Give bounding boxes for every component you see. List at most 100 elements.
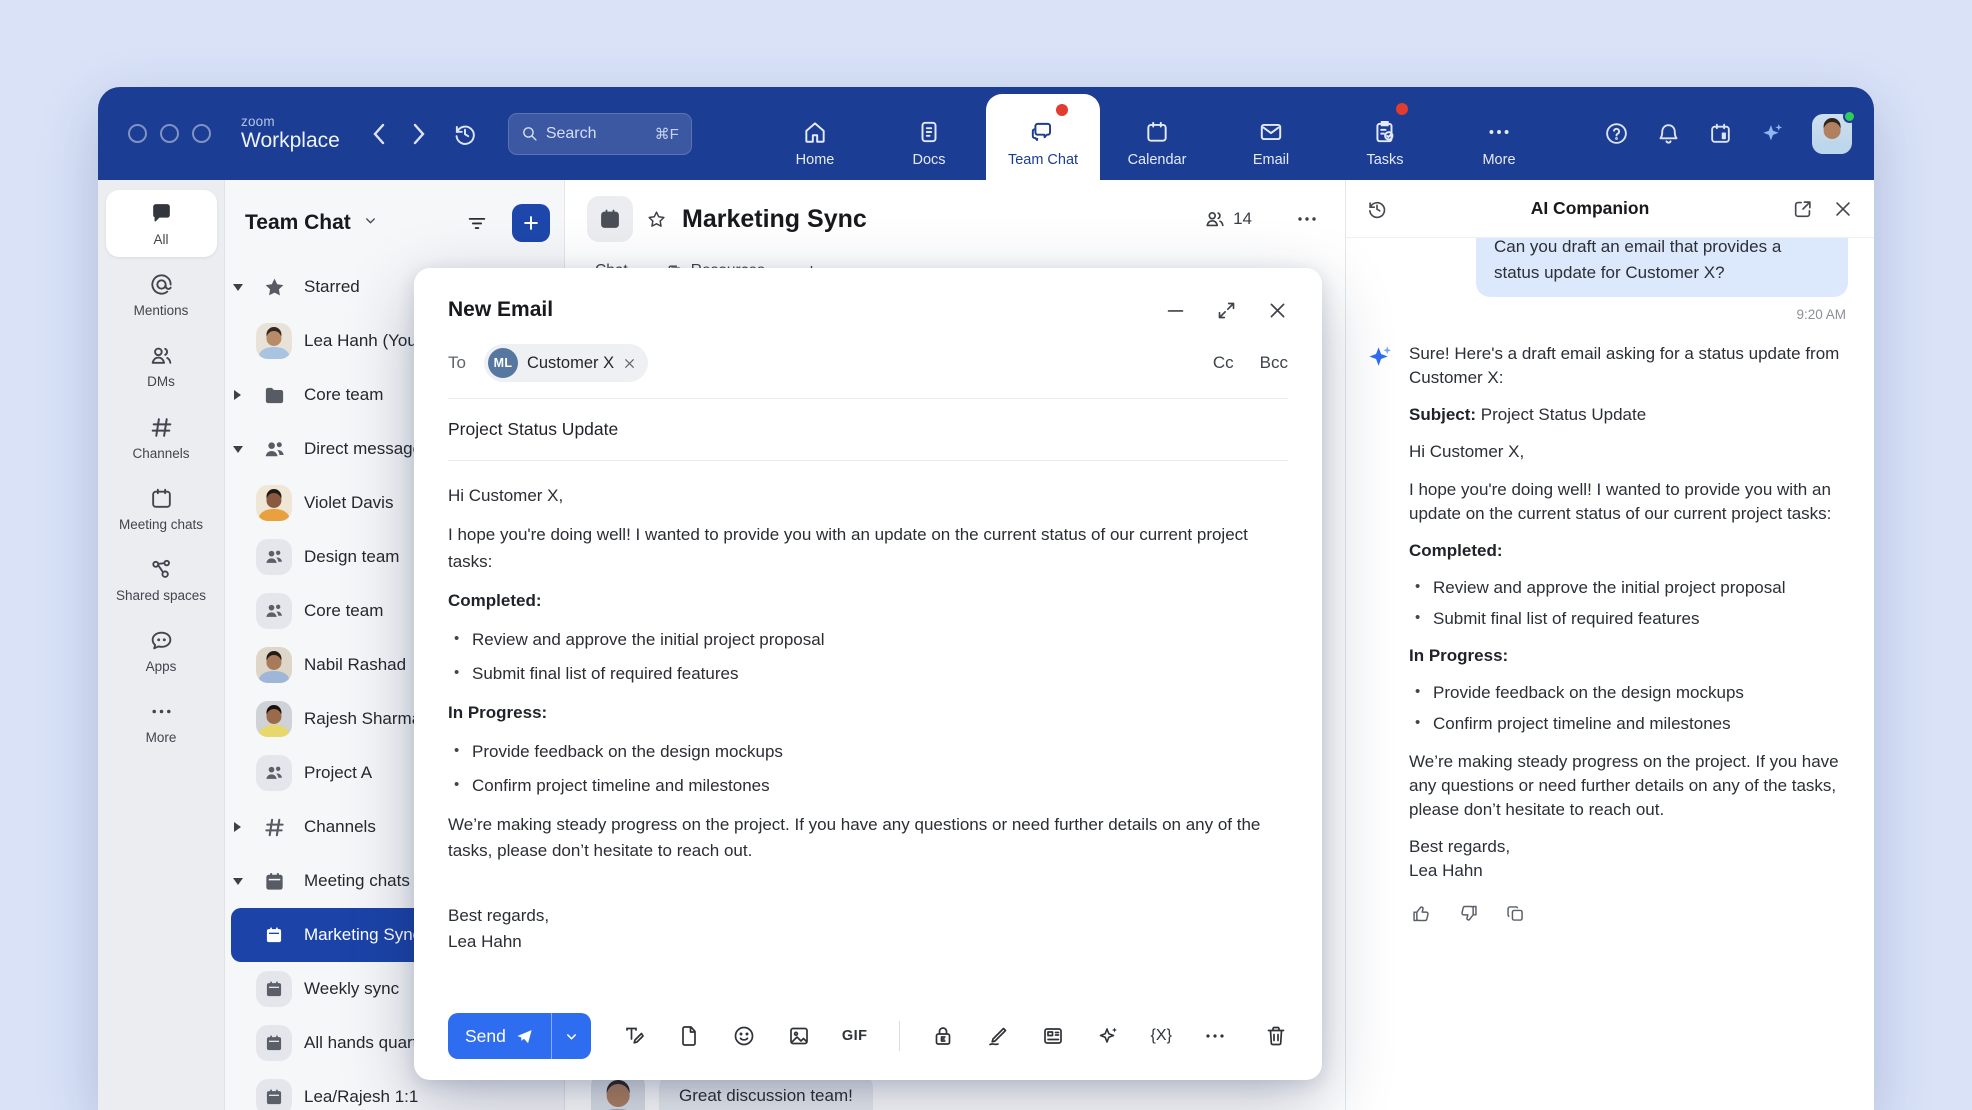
ai-history-icon[interactable] (1366, 198, 1388, 220)
collapse-caret-icon[interactable] (233, 284, 243, 291)
template-icon[interactable] (1041, 1024, 1065, 1048)
tab-email[interactable]: Email (1214, 87, 1328, 180)
window-close-circle[interactable] (128, 124, 147, 143)
signature-pen-icon[interactable] (986, 1024, 1010, 1048)
thumbs-down-icon[interactable] (1458, 903, 1479, 924)
notifications-bell-icon[interactable] (1656, 121, 1681, 146)
expand-icon[interactable] (1216, 300, 1237, 321)
filter-icon[interactable] (466, 212, 488, 234)
ai-response-message: Sure! Here's a draft email asking for a … (1367, 342, 1848, 924)
send-button[interactable]: Send (448, 1013, 551, 1059)
tab-calendar[interactable]: Calendar (1100, 87, 1214, 180)
collapse-caret-icon[interactable] (233, 878, 243, 885)
tab-team-chat[interactable]: Team Chat (986, 94, 1100, 180)
expand-caret-icon[interactable] (234, 390, 241, 400)
channel-calendar-icon (587, 196, 633, 242)
rail-item-mentions[interactable]: Mentions (106, 261, 217, 328)
search-input[interactable]: Search ⌘F (508, 113, 692, 155)
channel-more-icon[interactable] (1295, 207, 1319, 231)
calendar-today-icon[interactable] (1708, 121, 1733, 146)
window-zoom-circle[interactable] (192, 124, 211, 143)
tab-docs[interactable]: Docs (872, 87, 986, 180)
cc-button[interactable]: Cc (1213, 353, 1234, 373)
open-external-icon[interactable] (1792, 198, 1814, 220)
tab-docs-label: Docs (912, 152, 945, 168)
subject-field[interactable]: Project Status Update (448, 399, 1288, 461)
back-icon[interactable] (372, 123, 386, 145)
gif-icon[interactable]: GIF (842, 1028, 868, 1044)
tab-tasks[interactable]: Tasks (1328, 87, 1442, 180)
rail-item-channels[interactable]: Channels (106, 404, 217, 471)
rail-more-icon (149, 699, 174, 724)
ai-companion-panel: AI Companion Can you draft an email that… (1345, 180, 1874, 1110)
folder-icon (263, 384, 286, 407)
list-item: Submit final list of required features (1409, 607, 1848, 631)
emoji-icon[interactable] (732, 1024, 756, 1048)
favorite-star-icon[interactable] (646, 209, 667, 230)
rail-item-apps[interactable]: Apps (106, 617, 217, 684)
email-completed-heading: Completed: (448, 588, 1288, 614)
meeting-calendar-icon (264, 979, 284, 999)
minimize-icon[interactable] (1165, 300, 1186, 321)
window-minimize-circle[interactable] (160, 124, 179, 143)
search-placeholder: Search (546, 125, 647, 143)
ai-completed-heading: Completed: (1409, 539, 1848, 563)
profile-avatar[interactable] (1812, 114, 1852, 154)
rail-label-apps: Apps (146, 659, 177, 675)
rail-item-more[interactable]: More (106, 688, 217, 755)
ai-inprogress-heading: In Progress: (1409, 644, 1848, 668)
ai-sparkle-icon (1367, 344, 1394, 371)
insert-image-icon[interactable] (787, 1024, 811, 1048)
tab-home[interactable]: Home (758, 87, 872, 180)
zoom-workplace-logo: zoom Workplace (241, 115, 340, 151)
collapse-caret-icon[interactable] (233, 446, 243, 453)
new-chat-button[interactable] (512, 204, 550, 242)
copy-icon[interactable] (1505, 903, 1526, 924)
sidebar-title-chevron-icon[interactable] (363, 213, 378, 233)
send-options-chevron-icon[interactable] (551, 1013, 591, 1059)
tab-home-label: Home (796, 152, 835, 168)
tab-team-chat-label: Team Chat (1008, 152, 1078, 168)
variables-icon[interactable]: {X} (1151, 1027, 1172, 1045)
text-format-icon[interactable] (622, 1024, 646, 1048)
member-count[interactable]: 14 (1204, 208, 1252, 230)
forward-icon[interactable] (412, 123, 426, 145)
toolbar-more-icon[interactable] (1203, 1024, 1227, 1048)
list-item: Provide feedback on the design mockups (448, 739, 1288, 765)
remove-recipient-icon[interactable] (623, 357, 636, 370)
rail-item-all[interactable]: All (106, 190, 217, 257)
history-icon[interactable] (452, 121, 478, 147)
ai-response-subject: Subject: Project Status Update (1409, 403, 1848, 427)
encrypt-lock-icon[interactable] (931, 1024, 955, 1048)
expand-caret-icon[interactable] (234, 822, 241, 832)
thumbs-up-icon[interactable] (1411, 903, 1432, 924)
help-icon[interactable] (1604, 121, 1629, 146)
people-icon (263, 438, 286, 461)
rail-item-shared-spaces[interactable]: Shared spaces (106, 546, 217, 613)
list-item: Review and approve the initial project p… (1409, 576, 1848, 600)
meeting-calendar-icon (264, 1087, 284, 1107)
to-label: To (448, 353, 466, 373)
ai-close-icon[interactable] (1832, 198, 1854, 220)
ai-compose-sparkle-icon[interactable] (1096, 1024, 1120, 1048)
rail-item-dms[interactable]: DMs (106, 332, 217, 399)
tab-more[interactable]: More (1442, 87, 1556, 180)
discard-trash-icon[interactable] (1264, 1024, 1288, 1048)
primary-nav-tabs: Home Docs Team Chat Calendar Email (758, 87, 1556, 180)
attach-file-icon[interactable] (677, 1024, 701, 1048)
recipient-chip[interactable]: ML Customer X (484, 344, 648, 382)
recipient-row: To ML Customer X Cc Bcc (448, 342, 1288, 399)
list-item: Provide feedback on the design mockups (1409, 681, 1848, 705)
rail-label-meeting-chats: Meeting chats (119, 517, 203, 533)
toolbar-divider (899, 1021, 900, 1051)
ai-companion-sparkle-icon[interactable] (1760, 121, 1785, 146)
modal-close-icon[interactable] (1267, 300, 1288, 321)
home-icon (802, 119, 828, 145)
email-body-editor[interactable]: Hi Customer X, I hope you're doing well!… (448, 461, 1288, 992)
status-available-dot (1843, 110, 1856, 123)
logo-zoom-text: zoom (241, 115, 340, 129)
rail-item-meeting-chats[interactable]: Meeting chats (106, 475, 217, 542)
window-controls[interactable] (128, 124, 211, 143)
email-inprogress-heading: In Progress: (448, 700, 1288, 726)
bcc-button[interactable]: Bcc (1260, 353, 1288, 373)
